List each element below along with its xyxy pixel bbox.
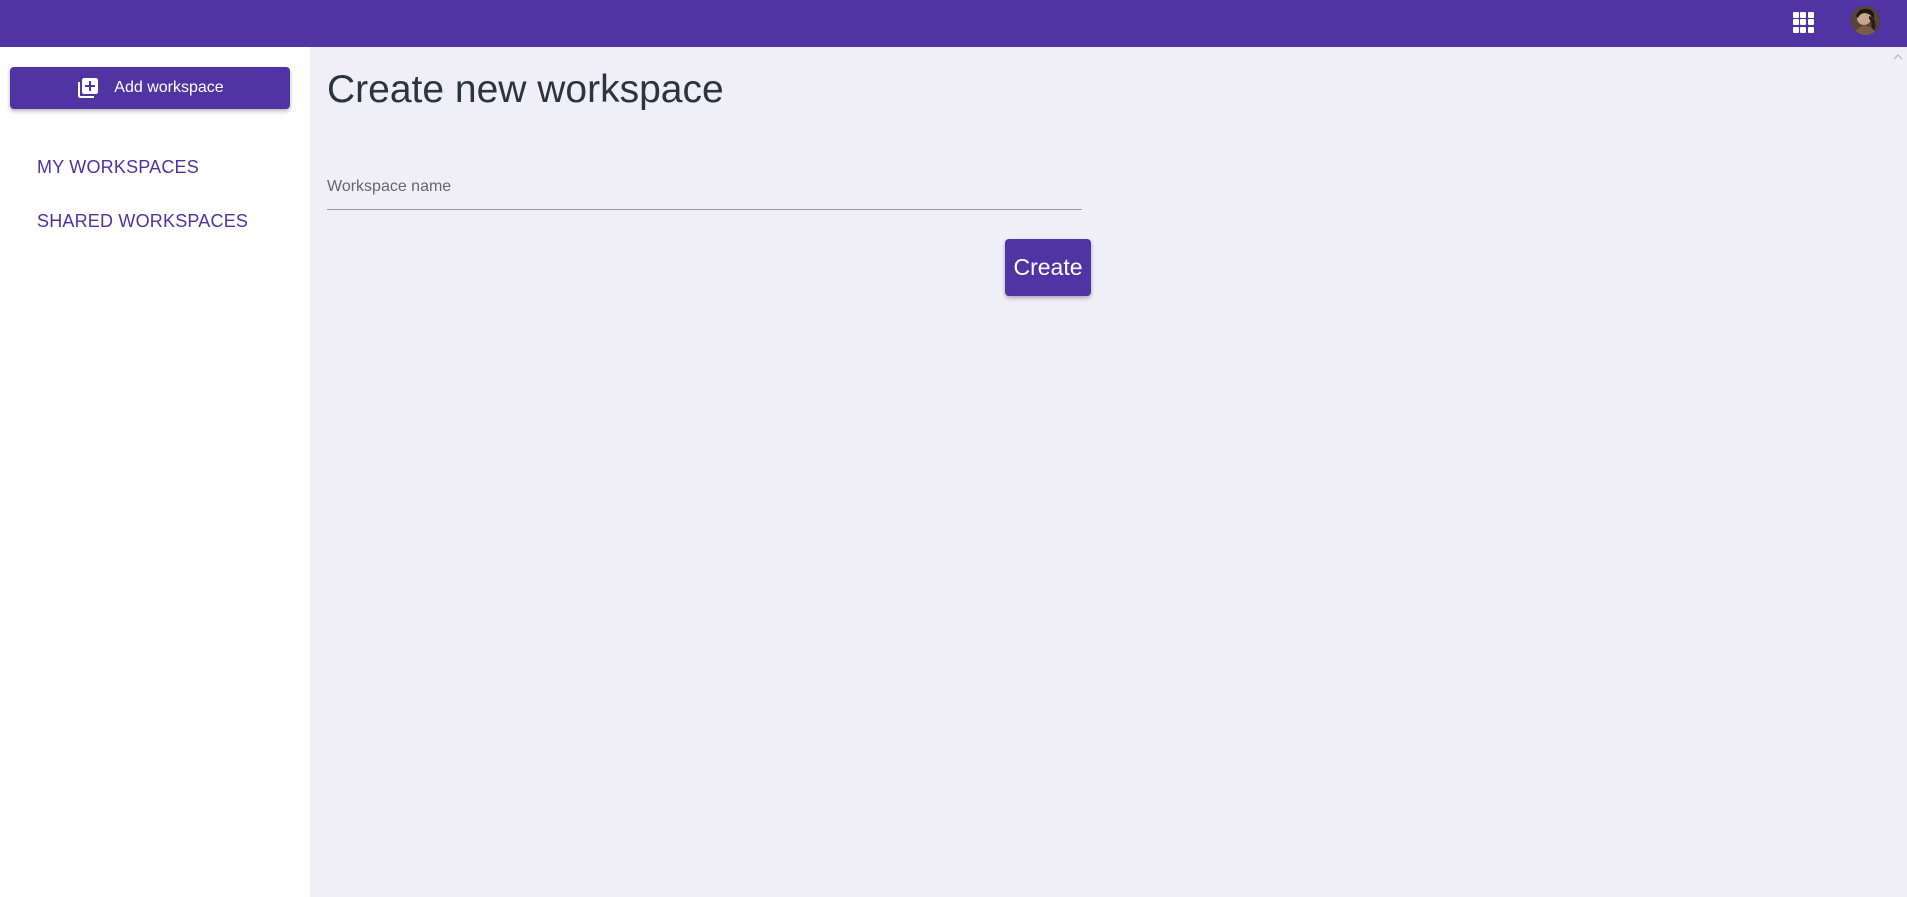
library-add-icon: [78, 78, 99, 98]
workspace-name-input[interactable]: [327, 159, 1082, 209]
add-workspace-label: Add workspace: [114, 79, 224, 96]
user-avatar[interactable]: [1851, 6, 1880, 35]
create-button[interactable]: Create: [1005, 239, 1091, 296]
scrollbar[interactable]: [1890, 47, 1907, 897]
main-content: Create new workspace Create: [310, 47, 1890, 897]
workspace-name-field: [327, 159, 1082, 210]
sidebar: Add workspace MY WORKSPACES SHARED WORKS…: [0, 47, 310, 897]
add-workspace-button[interactable]: Add workspace: [10, 67, 290, 109]
page-title: Create new workspace: [327, 68, 724, 111]
sidebar-item-my-workspaces[interactable]: MY WORKSPACES: [37, 157, 199, 178]
scroll-up-arrow-icon[interactable]: [1893, 52, 1903, 62]
apps-grid-icon[interactable]: [1790, 9, 1816, 35]
sidebar-item-shared-workspaces[interactable]: SHARED WORKSPACES: [37, 211, 248, 232]
top-app-bar: [0, 0, 1907, 47]
